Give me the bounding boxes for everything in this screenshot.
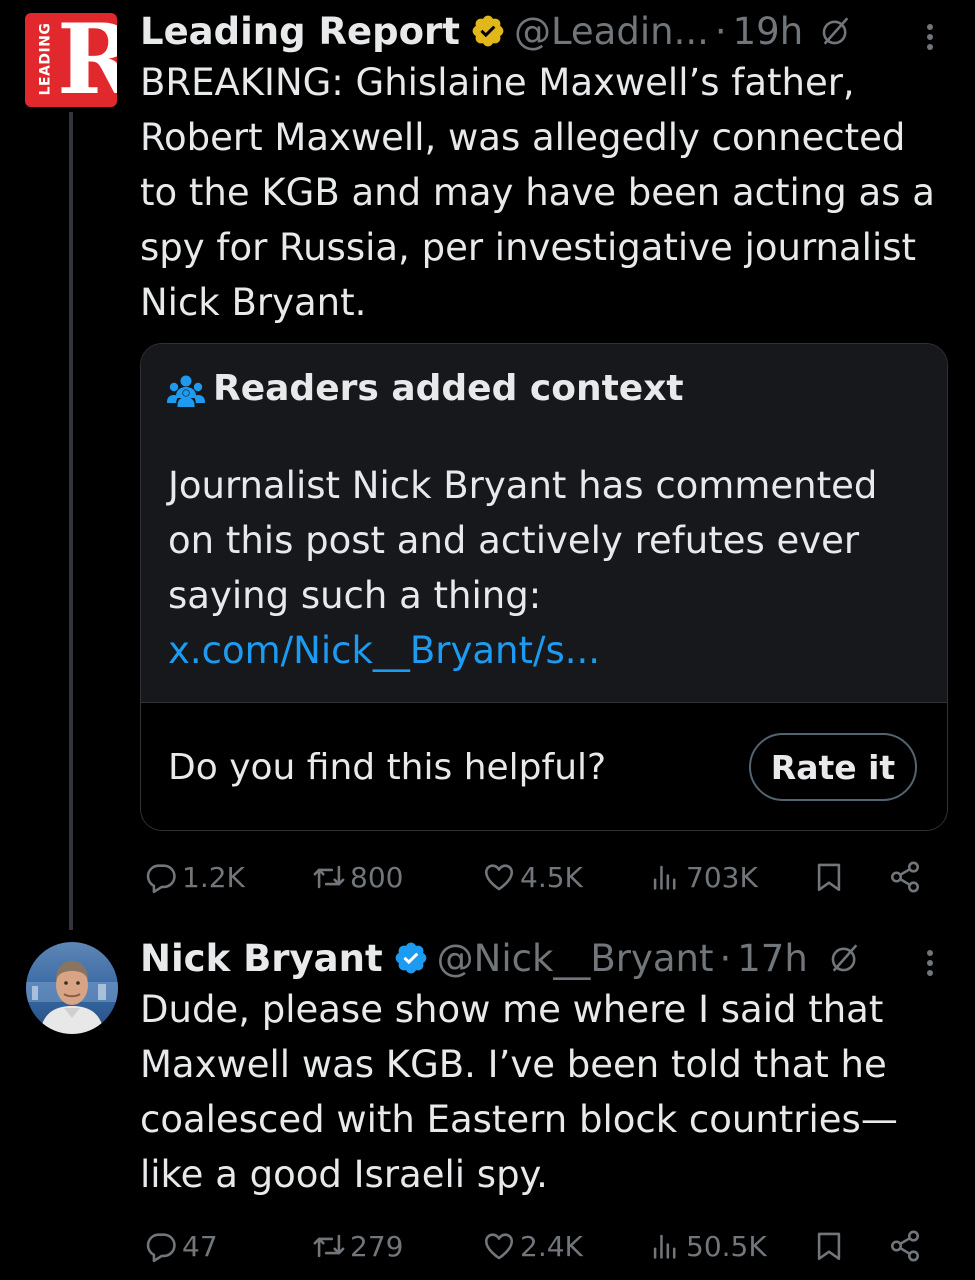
share-button[interactable]: [888, 1226, 922, 1266]
heart-icon: [484, 864, 514, 891]
author-handle[interactable]: @Nick__Bryant: [437, 937, 714, 980]
share-button[interactable]: [888, 857, 922, 897]
grok-icon[interactable]: [819, 14, 853, 48]
reply-icon: [146, 864, 176, 894]
readers-people-icon: [167, 375, 205, 407]
community-note-body: Journalist Nick Bryant has commented on …: [141, 444, 947, 702]
heart-icon: [484, 1233, 514, 1260]
view-count: 50.5K: [686, 1229, 767, 1263]
community-note-link[interactable]: x.com/Nick__Bryant/s...: [168, 623, 928, 678]
tweet2-action-bar: 47 279 2.4K 50.5K: [140, 1226, 950, 1266]
blue-verified-badge-icon: [395, 942, 427, 974]
tweet1-header: Leading Report @Leadin... · 19h: [140, 8, 853, 54]
tweet2-header: Nick Bryant @Nick__Bryant · 17h: [140, 935, 862, 981]
bookmark-button[interactable]: [812, 857, 846, 897]
bookmark-icon: [817, 1232, 841, 1261]
community-note-text: Journalist Nick Bryant has commented on …: [168, 464, 878, 617]
like-button[interactable]: 2.4K: [482, 1226, 583, 1266]
like-button[interactable]: 4.5K: [482, 857, 583, 897]
separator-dot: ·: [714, 9, 727, 53]
reply-button[interactable]: 1.2K: [144, 857, 245, 897]
thread-connector-line: [69, 112, 73, 930]
reply-count: 47: [182, 1229, 218, 1263]
more-options-icon[interactable]: [924, 946, 936, 980]
repost-button[interactable]: 800: [312, 857, 403, 897]
avatar-letter: R: [57, 13, 117, 107]
views-chart-icon: [653, 865, 676, 890]
views-chart-icon: [653, 1234, 676, 1259]
gold-verified-badge-icon: [472, 15, 504, 47]
repost-count: 279: [350, 1229, 404, 1263]
views-button[interactable]: 50.5K: [648, 1226, 767, 1266]
community-note-title: Readers added context: [213, 368, 684, 409]
reply-icon: [146, 1233, 176, 1263]
separator-dot: ·: [719, 936, 732, 980]
more-options-icon[interactable]: [924, 20, 936, 54]
like-count: 4.5K: [520, 860, 583, 894]
author-name[interactable]: Nick Bryant: [140, 937, 383, 980]
author-handle[interactable]: @Leadin...: [514, 10, 709, 53]
views-button[interactable]: 703K: [648, 857, 758, 897]
tweet1-action-bar: 1.2K 800 4.5K 703K: [140, 857, 950, 897]
repost-icon: [313, 865, 345, 889]
grok-icon[interactable]: [828, 941, 862, 975]
tweet1-text: BREAKING: Ghislaine Maxwell’s father, Ro…: [140, 61, 935, 324]
view-count: 703K: [686, 860, 758, 894]
reply-count: 1.2K: [182, 860, 245, 894]
community-note-header: Readers added context: [141, 344, 947, 444]
community-note-footer: Do you find this helpful? Rate it: [141, 702, 947, 830]
leading-report-avatar[interactable]: LEADING R: [25, 13, 117, 107]
repost-button[interactable]: 279: [312, 1226, 403, 1266]
profile-photo: [26, 961, 118, 1034]
reply-button[interactable]: 47: [144, 1226, 218, 1266]
nick-bryant-avatar[interactable]: [26, 942, 118, 1034]
post-time[interactable]: 17h: [737, 937, 808, 980]
avatar-small-text: LEADING: [37, 22, 54, 96]
repost-icon: [313, 1234, 345, 1258]
bookmark-button[interactable]: [812, 1226, 846, 1266]
post-time[interactable]: 19h: [733, 10, 804, 53]
helpful-prompt: Do you find this helpful?: [168, 747, 607, 788]
share-icon: [890, 1230, 920, 1262]
community-note-card: Readers added context Journalist Nick Br…: [140, 343, 948, 831]
rate-it-button[interactable]: Rate it: [749, 733, 917, 801]
author-name[interactable]: Leading Report: [140, 10, 460, 53]
like-count: 2.4K: [520, 1229, 583, 1263]
repost-count: 800: [350, 860, 404, 894]
share-icon: [890, 861, 920, 893]
tweet2-text: Dude, please show me where I said that M…: [140, 988, 898, 1196]
bookmark-icon: [817, 863, 841, 892]
